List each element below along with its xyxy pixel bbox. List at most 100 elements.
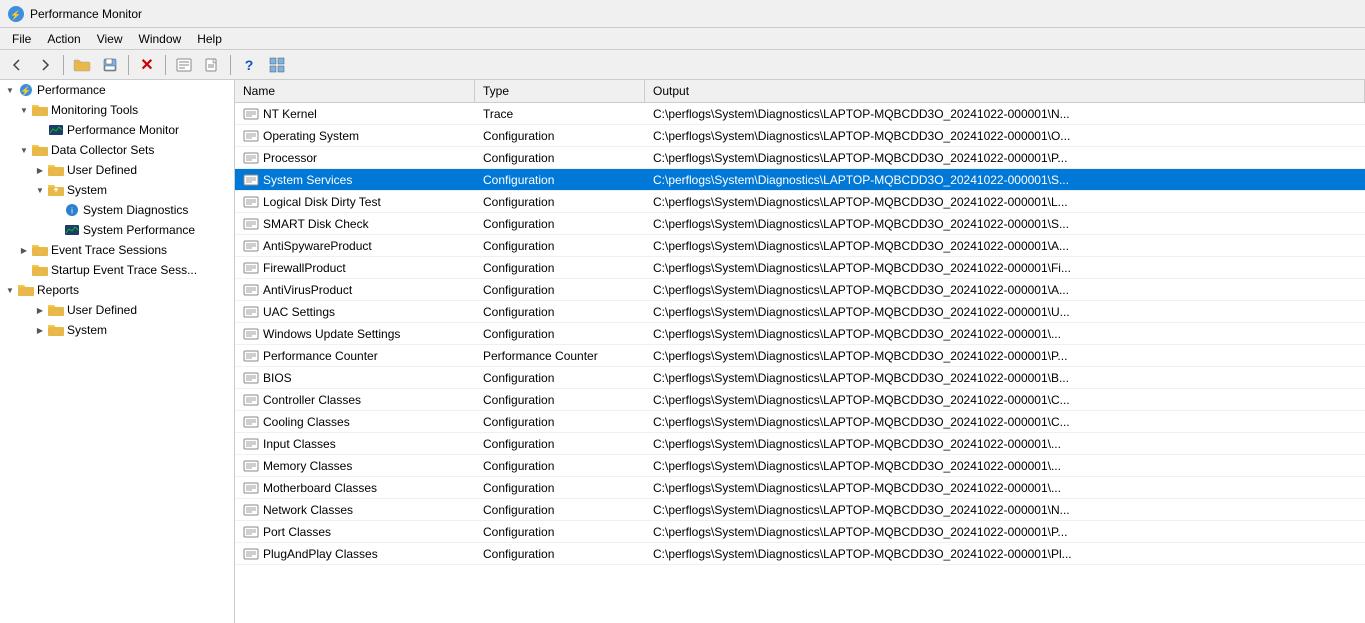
- cell-name-text: UAC Settings: [263, 305, 335, 319]
- row-icon: [243, 260, 259, 276]
- cell-name: Port Classes: [235, 522, 475, 542]
- cell-type: Configuration: [475, 479, 645, 497]
- forward-icon: [37, 57, 53, 73]
- col-header-name[interactable]: Name: [235, 80, 475, 102]
- menu-window[interactable]: Window: [131, 30, 190, 48]
- table-row[interactable]: Operating SystemConfigurationC:\perflogs…: [235, 125, 1365, 147]
- cell-output: C:\perflogs\System\Diagnostics\LAPTOP-MQ…: [645, 171, 1365, 189]
- table-row[interactable]: Memory ClassesConfigurationC:\perflogs\S…: [235, 455, 1365, 477]
- cell-output: C:\perflogs\System\Diagnostics\LAPTOP-MQ…: [645, 413, 1365, 431]
- view-button[interactable]: [264, 53, 290, 77]
- table-row[interactable]: PlugAndPlay ClassesConfigurationC:\perfl…: [235, 543, 1365, 565]
- table-row[interactable]: Network ClassesConfigurationC:\perflogs\…: [235, 499, 1365, 521]
- ets-label: Event Trace Sessions: [51, 243, 167, 257]
- table-row[interactable]: BIOSConfigurationC:\perflogs\System\Diag…: [235, 367, 1365, 389]
- table-row[interactable]: Input ClassesConfigurationC:\perflogs\Sy…: [235, 433, 1365, 455]
- cell-output: C:\perflogs\System\Diagnostics\LAPTOP-MQ…: [645, 457, 1365, 475]
- sidebar-item-system-performance[interactable]: ▶ System Performance: [0, 220, 234, 240]
- cell-name: Network Classes: [235, 500, 475, 520]
- sidebar-item-system-2[interactable]: ▶ System: [0, 320, 234, 340]
- row-icon: [243, 414, 259, 430]
- open-icon: [73, 57, 91, 73]
- cell-output: C:\perflogs\System\Diagnostics\LAPTOP-MQ…: [645, 479, 1365, 497]
- table-row[interactable]: Windows Update SettingsConfigurationC:\p…: [235, 323, 1365, 345]
- title-bar-text: Performance Monitor: [30, 7, 142, 21]
- sidebar-item-system[interactable]: ▼ System: [0, 180, 234, 200]
- main-container: ▼ ⚡ Performance ▼ Monitoring Tools ▶: [0, 80, 1365, 623]
- new-button[interactable]: [199, 53, 225, 77]
- table-row[interactable]: Performance CounterPerformance CounterC:…: [235, 345, 1365, 367]
- cell-name-text: Performance Counter: [263, 349, 378, 363]
- expand-dcs: ▼: [16, 142, 32, 158]
- reports-label: Reports: [37, 283, 79, 297]
- cell-type: Configuration: [475, 281, 645, 299]
- cell-output: C:\perflogs\System\Diagnostics\LAPTOP-MQ…: [645, 501, 1365, 519]
- table-row[interactable]: ProcessorConfigurationC:\perflogs\System…: [235, 147, 1365, 169]
- new-icon: [204, 57, 220, 73]
- table-row[interactable]: Logical Disk Dirty TestConfigurationC:\p…: [235, 191, 1365, 213]
- delete-button[interactable]: ✕: [134, 53, 160, 77]
- row-icon: [243, 128, 259, 144]
- cell-name-text: Controller Classes: [263, 393, 361, 407]
- sidebar-item-system-diagnostics[interactable]: ▶ i System Diagnostics: [0, 200, 234, 220]
- cell-output: C:\perflogs\System\Diagnostics\LAPTOP-MQ…: [645, 391, 1365, 409]
- row-icon: [243, 502, 259, 518]
- forward-button[interactable]: [32, 53, 58, 77]
- sidebar-item-user-defined-2[interactable]: ▶ User Defined: [0, 300, 234, 320]
- menu-file[interactable]: File: [4, 30, 39, 48]
- cell-type: Configuration: [475, 149, 645, 167]
- open-button[interactable]: [69, 53, 95, 77]
- sidebar-item-reports[interactable]: ▼ Reports: [0, 280, 234, 300]
- table-row[interactable]: Controller ClassesConfigurationC:\perflo…: [235, 389, 1365, 411]
- cell-name: Windows Update Settings: [235, 324, 475, 344]
- properties-button[interactable]: [171, 53, 197, 77]
- expand-perf-monitor: ▶: [32, 122, 48, 138]
- cell-name: Operating System: [235, 126, 475, 146]
- sidebar-item-performance-monitor[interactable]: ▶ Performance Monitor: [0, 120, 234, 140]
- list-rows-container: NT KernelTraceC:\perflogs\System\Diagnos…: [235, 103, 1365, 565]
- cell-output: C:\perflogs\System\Diagnostics\LAPTOP-MQ…: [645, 435, 1365, 453]
- expand-system2: ▶: [32, 322, 48, 338]
- sys-diag-label: System Diagnostics: [83, 203, 188, 217]
- table-row[interactable]: System ServicesConfigurationC:\perflogs\…: [235, 169, 1365, 191]
- cell-type: Configuration: [475, 369, 645, 387]
- cell-name-text: Memory Classes: [263, 459, 352, 473]
- sidebar-item-data-collector-sets[interactable]: ▼ Data Collector Sets: [0, 140, 234, 160]
- table-row[interactable]: Port ClassesConfigurationC:\perflogs\Sys…: [235, 521, 1365, 543]
- back-button[interactable]: [4, 53, 30, 77]
- help-button[interactable]: ?: [236, 53, 262, 77]
- menu-action[interactable]: Action: [39, 30, 88, 48]
- table-row[interactable]: Motherboard ClassesConfigurationC:\perfl…: [235, 477, 1365, 499]
- cell-output: C:\perflogs\System\Diagnostics\LAPTOP-MQ…: [645, 281, 1365, 299]
- table-row[interactable]: SMART Disk CheckConfigurationC:\perflogs…: [235, 213, 1365, 235]
- cell-output: C:\perflogs\System\Diagnostics\LAPTOP-MQ…: [645, 523, 1365, 541]
- table-row[interactable]: FirewallProductConfigurationC:\perflogs\…: [235, 257, 1365, 279]
- expand-sets: ▶: [16, 262, 32, 278]
- cell-name-text: PlugAndPlay Classes: [263, 547, 378, 561]
- cell-name-text: BIOS: [263, 371, 292, 385]
- row-icon: [243, 392, 259, 408]
- cell-type: Configuration: [475, 171, 645, 189]
- col-header-type[interactable]: Type: [475, 80, 645, 102]
- sidebar-item-monitoring-tools[interactable]: ▼ Monitoring Tools: [0, 100, 234, 120]
- performance-icon: ⚡: [18, 82, 34, 98]
- table-row[interactable]: Cooling ClassesConfigurationC:\perflogs\…: [235, 411, 1365, 433]
- sidebar-item-user-defined-1[interactable]: ▶ User Defined: [0, 160, 234, 180]
- menu-view[interactable]: View: [89, 30, 131, 48]
- menu-help[interactable]: Help: [189, 30, 230, 48]
- cell-name: Controller Classes: [235, 390, 475, 410]
- sidebar-item-event-trace[interactable]: ▶ Event Trace Sessions: [0, 240, 234, 260]
- table-row[interactable]: AntiVirusProductConfigurationC:\perflogs…: [235, 279, 1365, 301]
- expand-sys-diag: ▶: [48, 202, 64, 218]
- view-icon: [269, 57, 285, 73]
- col-header-output[interactable]: Output: [645, 80, 1365, 102]
- cell-output: C:\perflogs\System\Diagnostics\LAPTOP-MQ…: [645, 325, 1365, 343]
- cell-type: Configuration: [475, 325, 645, 343]
- save-button[interactable]: [97, 53, 123, 77]
- sidebar-item-startup-ets[interactable]: ▶ Startup Event Trace Sess...: [0, 260, 234, 280]
- table-row[interactable]: NT KernelTraceC:\perflogs\System\Diagnos…: [235, 103, 1365, 125]
- table-row[interactable]: AntiSpywareProductConfigurationC:\perflo…: [235, 235, 1365, 257]
- cell-type: Configuration: [475, 545, 645, 563]
- table-row[interactable]: UAC SettingsConfigurationC:\perflogs\Sys…: [235, 301, 1365, 323]
- sidebar-item-performance[interactable]: ▼ ⚡ Performance: [0, 80, 234, 100]
